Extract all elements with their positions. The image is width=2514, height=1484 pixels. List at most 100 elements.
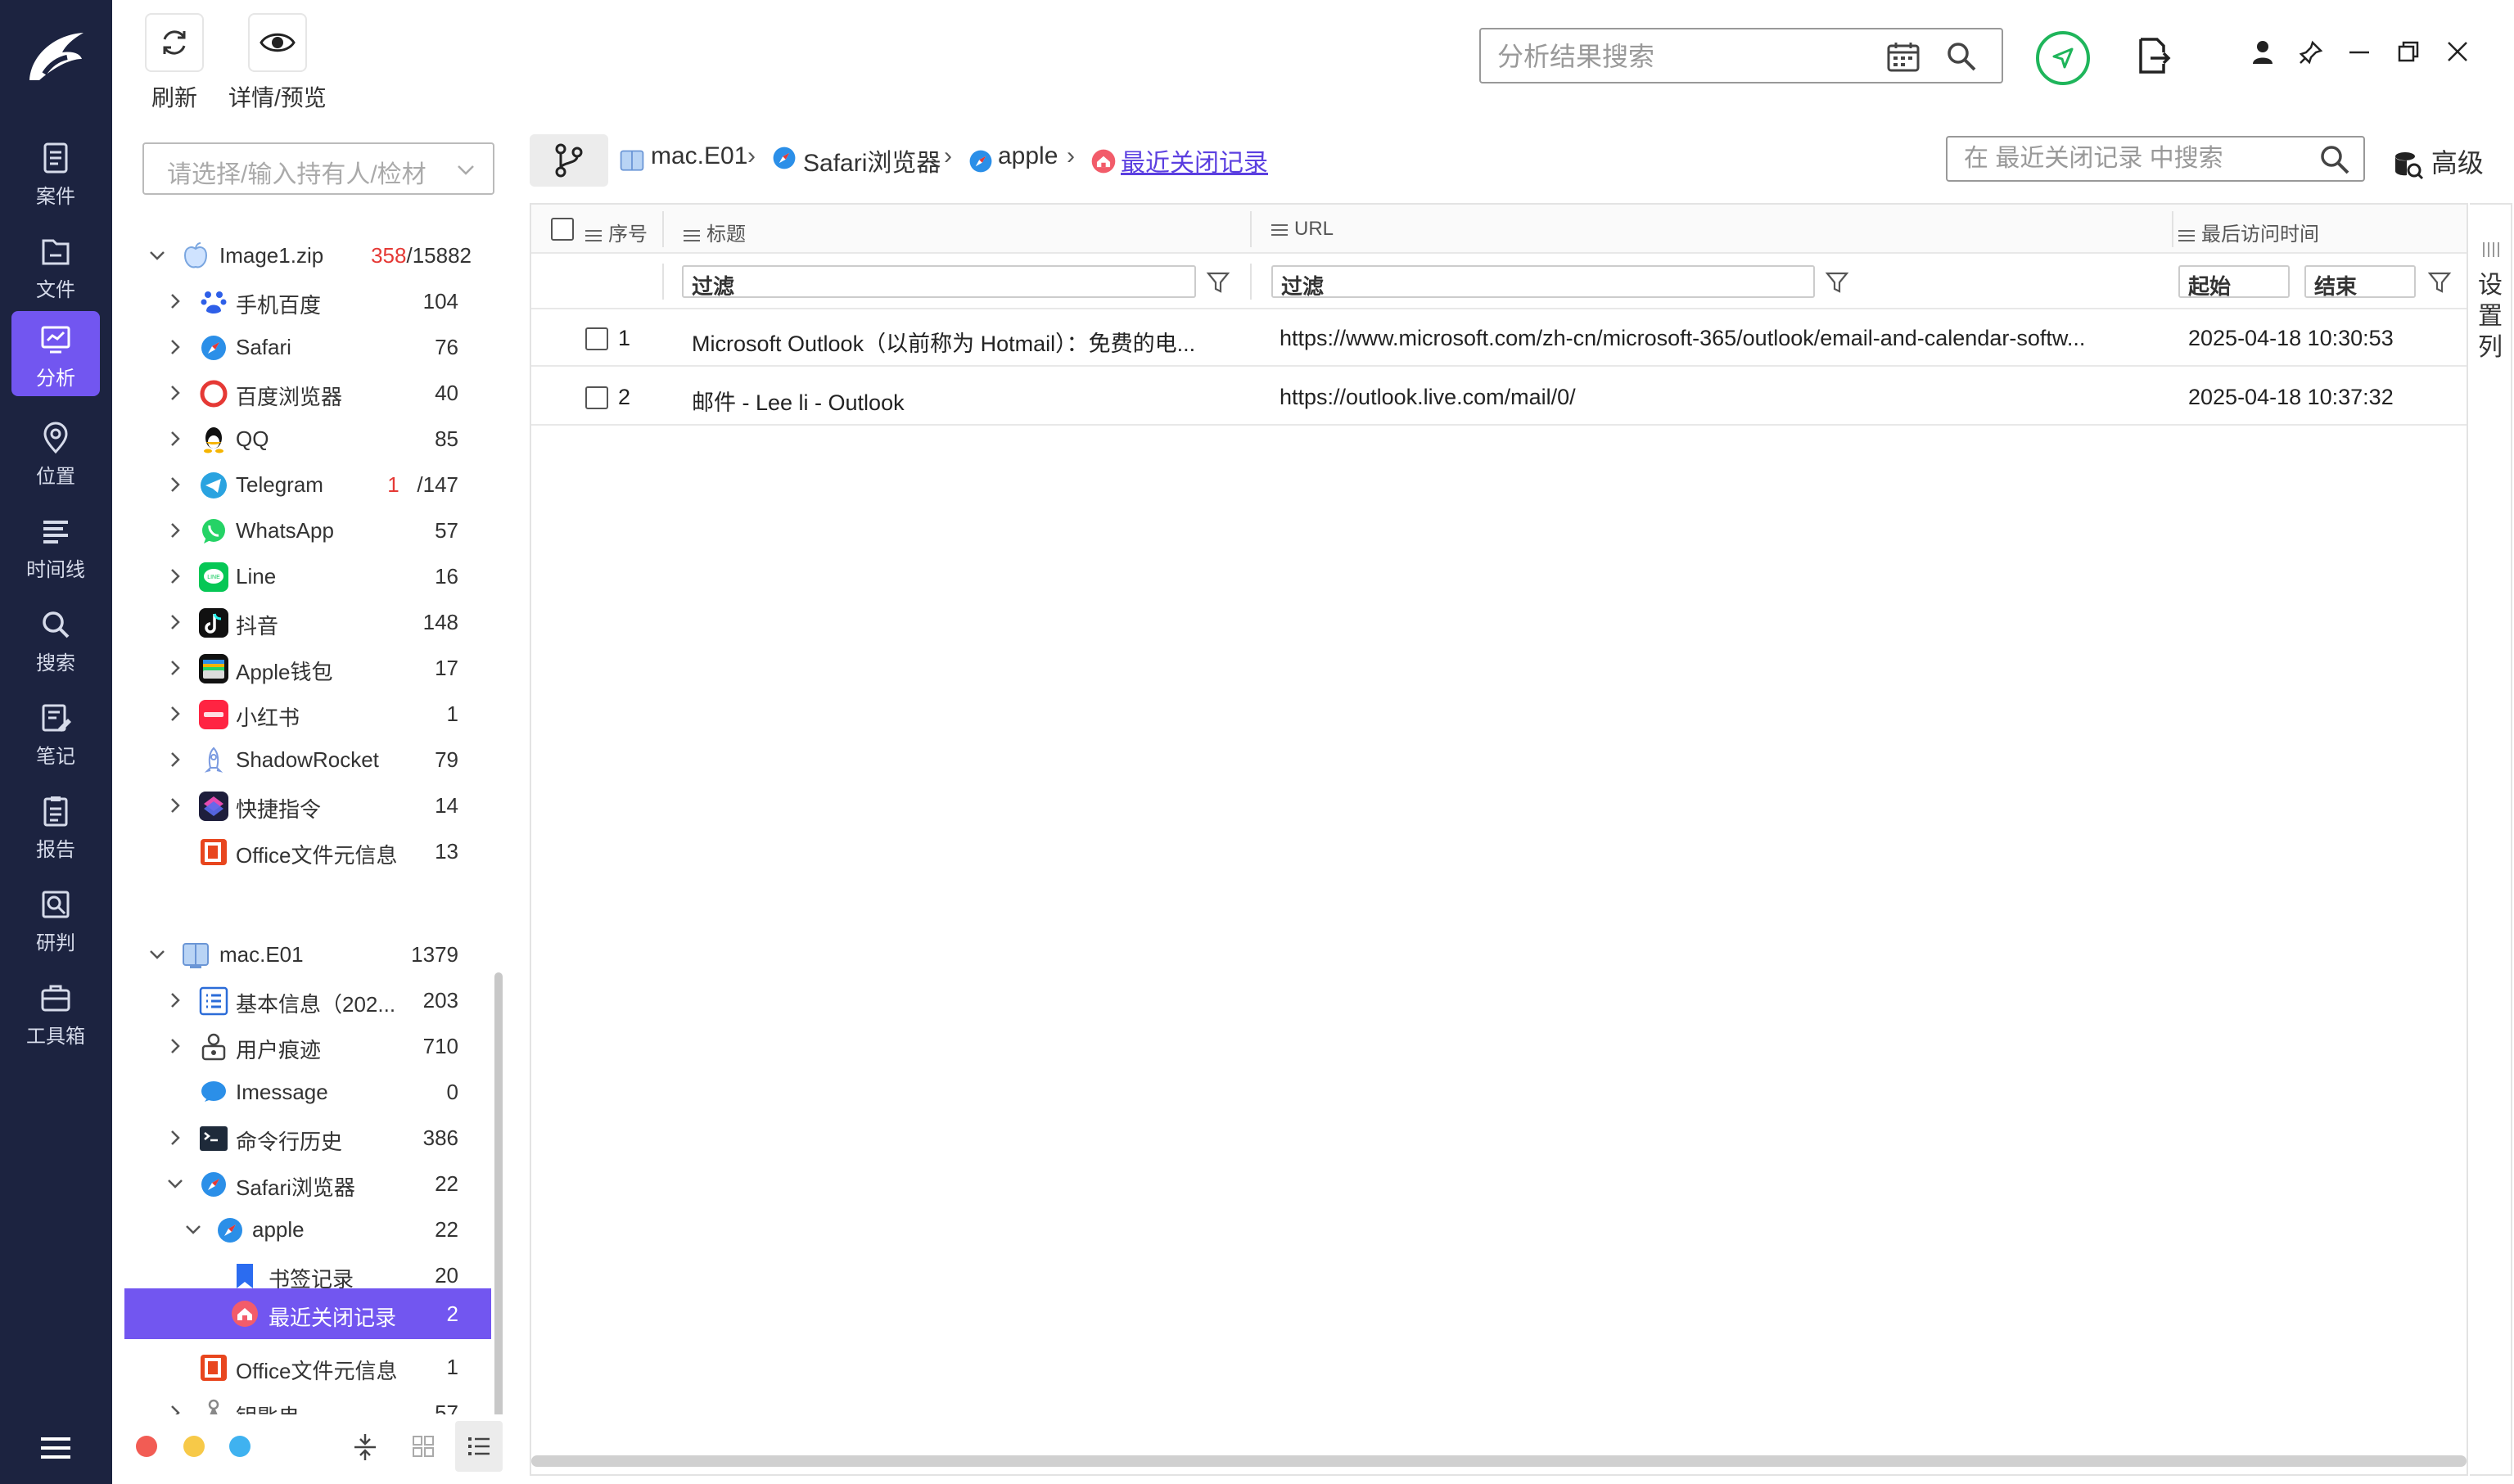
collapse-icon[interactable]: [352, 1432, 378, 1462]
chevron-down-icon[interactable]: [165, 1174, 185, 1193]
tree-node-cmd-history[interactable]: 命令行历史 386: [124, 1115, 491, 1161]
row-url[interactable]: https://outlook.live.com/mail/0/: [1280, 385, 2164, 410]
tree-node-apple-wallet[interactable]: Apple钱包 17: [124, 645, 491, 691]
list-view-button[interactable]: [455, 1421, 503, 1472]
user-icon[interactable]: [2250, 39, 2275, 65]
tree-node-douyin[interactable]: 抖音 148: [124, 599, 491, 645]
start-date-filter[interactable]: 起始: [2178, 265, 2290, 299]
nav-timeline[interactable]: 时间线: [11, 503, 100, 588]
chevron-right-icon[interactable]: [165, 521, 185, 540]
restore-icon[interactable]: [2396, 39, 2421, 64]
chevron-right-icon[interactable]: [165, 658, 185, 678]
branch-button[interactable]: [530, 134, 608, 187]
search-icon[interactable]: [1946, 41, 1977, 72]
tree-node-baidu-browser[interactable]: 百度浏览器 40: [124, 370, 491, 416]
nav-case[interactable]: 案件: [11, 129, 100, 214]
table-row[interactable]: 2 邮件 - Lee li - Outlook https://outlook.…: [531, 368, 2467, 426]
tree-node-recently-closed[interactable]: 最近关闭记录 2: [124, 1288, 491, 1339]
tree-node-image1[interactable]: Image1.zip 358/15882: [124, 232, 491, 278]
url-filter-input[interactable]: 过滤: [1271, 265, 1815, 299]
nav-judge[interactable]: 研判: [11, 876, 100, 961]
chevron-right-icon[interactable]: [165, 337, 185, 357]
nav-note[interactable]: 笔记: [11, 689, 100, 774]
pin-icon[interactable]: [2298, 39, 2324, 65]
select-all-checkbox[interactable]: [551, 218, 574, 241]
breadcrumb-item-safari[interactable]: Safari浏览器: [803, 142, 941, 178]
calendar-icon[interactable]: [1887, 41, 1920, 72]
chevron-right-icon[interactable]: [165, 704, 185, 724]
column-separator[interactable]: [662, 211, 664, 247]
tree-node-xiaohongshu[interactable]: 小红书 1: [124, 691, 491, 737]
breadcrumb-item-current[interactable]: 最近关闭记录: [1121, 142, 1268, 178]
chevron-right-icon[interactable]: [165, 1036, 185, 1056]
tree-node-shadowrocket[interactable]: ShadowRocket 79: [124, 737, 491, 783]
red-filter-dot[interactable]: [136, 1436, 157, 1457]
hamburger-menu-icon[interactable]: [39, 1434, 72, 1462]
tree-node-telegram[interactable]: Telegram 1 /147: [124, 462, 491, 507]
holder-select[interactable]: 请选择/输入持有人/检材: [142, 142, 494, 195]
tree-node-qq[interactable]: QQ 85: [124, 416, 491, 462]
tree-node-imessage[interactable]: Imessage 0: [124, 1069, 491, 1115]
column-header-last-visit[interactable]: 最后访问时间: [2178, 218, 2319, 246]
end-date-filter[interactable]: 结束: [2304, 265, 2416, 299]
tree-node-safari[interactable]: Safari 76: [124, 324, 491, 370]
row-url[interactable]: https://www.microsoft.com/zh-cn/microsof…: [1280, 326, 2164, 351]
column-separator[interactable]: [2172, 211, 2173, 247]
tree-node-line[interactable]: LINE Line 16: [124, 553, 491, 599]
tree-scrollbar[interactable]: [494, 972, 503, 1431]
title-filter-input[interactable]: 过滤: [682, 265, 1196, 299]
chevron-down-icon[interactable]: [147, 246, 167, 265]
grid-view-icon[interactable]: [411, 1434, 436, 1459]
table-row[interactable]: 1 Microsoft Outlook（以前称为 Hotmail）：免费的电..…: [531, 309, 2467, 367]
scoped-search-input[interactable]: [1964, 142, 2308, 175]
tree-node-apple[interactable]: apple 22: [124, 1207, 491, 1252]
chevron-right-icon[interactable]: [165, 291, 185, 311]
tree-node-safari-browser[interactable]: Safari浏览器 22: [124, 1161, 491, 1207]
filter-funnel-icon[interactable]: [1206, 270, 1230, 295]
refresh-button[interactable]: 刷新: [145, 13, 204, 113]
chevron-down-icon[interactable]: [183, 1220, 203, 1239]
tree-node-user-traces[interactable]: 用户痕迹 710: [124, 1023, 491, 1069]
nav-location[interactable]: 位置: [11, 409, 100, 494]
chevron-right-icon[interactable]: [165, 796, 185, 815]
chevron-right-icon[interactable]: [165, 750, 185, 769]
tree-node-office-meta-mac[interactable]: Office文件元信息 1: [124, 1344, 491, 1390]
chevron-right-icon[interactable]: [165, 475, 185, 494]
chevron-right-icon[interactable]: [165, 566, 185, 586]
row-checkbox[interactable]: [585, 386, 608, 409]
search-icon[interactable]: [2319, 144, 2350, 175]
filter-funnel-icon[interactable]: [1825, 270, 1849, 295]
chevron-right-icon[interactable]: [165, 383, 185, 403]
row-checkbox[interactable]: [585, 327, 608, 350]
tree-node-whatsapp[interactable]: WhatsApp 57: [124, 507, 491, 553]
tree-node-shortcuts[interactable]: 快捷指令 14: [124, 783, 491, 828]
export-file-icon[interactable]: [2137, 36, 2172, 75]
close-icon[interactable]: [2445, 39, 2470, 64]
breadcrumb-item-mac[interactable]: mac.E01: [651, 142, 747, 170]
horizontal-scrollbar[interactable]: [531, 1455, 2467, 1467]
nav-file[interactable]: 文件: [11, 223, 100, 308]
minimize-icon[interactable]: [2347, 39, 2372, 64]
tree-node-mobile-baidu[interactable]: 手机百度 104: [124, 278, 491, 324]
column-header-title[interactable]: 标题: [684, 218, 746, 246]
tree-node-mac[interactable]: mac.E01 1379: [124, 931, 491, 977]
chevron-down-icon[interactable]: [147, 945, 167, 964]
chevron-right-icon[interactable]: [165, 612, 185, 632]
nav-toolbox[interactable]: 工具箱: [11, 969, 100, 1054]
column-header-url[interactable]: URL: [1271, 218, 1334, 241]
nav-report[interactable]: 报告: [11, 783, 100, 868]
tree-node-office-meta[interactable]: Office文件元信息 13: [124, 828, 491, 874]
chevron-right-icon[interactable]: [165, 1128, 185, 1148]
breadcrumb-item-apple[interactable]: apple: [998, 142, 1058, 170]
blue-filter-dot[interactable]: [229, 1436, 250, 1457]
chevron-right-icon[interactable]: [165, 429, 185, 449]
tree-node-basic-info[interactable]: 基本信息（202... 203: [124, 977, 491, 1023]
filter-funnel-icon[interactable]: [2427, 270, 2452, 295]
nav-analysis[interactable]: 分析: [11, 311, 100, 396]
chevron-right-icon[interactable]: [165, 990, 185, 1010]
yellow-filter-dot[interactable]: [183, 1436, 205, 1457]
advanced-search-button[interactable]: 高级: [2393, 142, 2484, 181]
nav-search[interactable]: 搜索: [11, 596, 100, 681]
detail-preview-button[interactable]: 详情/预览: [228, 13, 327, 113]
column-settings-tab[interactable]: 设置列: [2470, 203, 2512, 1476]
